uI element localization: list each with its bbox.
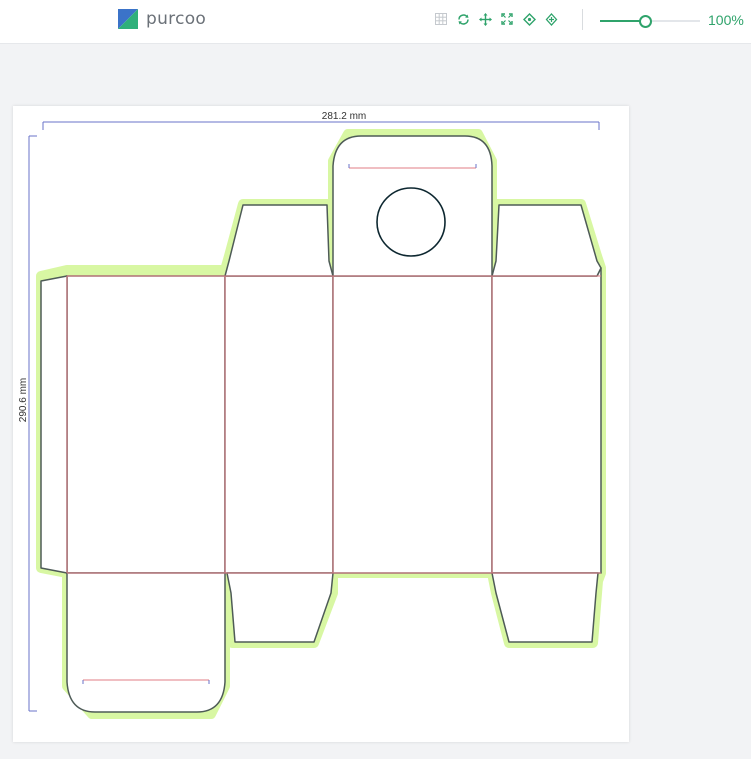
dust-flap-bottom-2 xyxy=(491,572,599,643)
zoom-level: 100% xyxy=(708,12,744,28)
crosshair-icon[interactable] xyxy=(544,11,558,27)
dust-flap-bottom-1 xyxy=(226,572,334,643)
toolbar-divider xyxy=(582,9,583,30)
height-dimension-label: 290.6 mm xyxy=(18,378,29,422)
dust-flap-top-2 xyxy=(491,204,602,277)
width-dimension-line xyxy=(42,121,600,130)
zoom-slider-handle[interactable] xyxy=(639,15,652,28)
move-icon[interactable] xyxy=(478,11,492,27)
tag-icon[interactable] xyxy=(522,11,536,27)
panel-side-2 xyxy=(491,267,602,574)
top-bar: purcoo 100% xyxy=(0,0,751,44)
zoom-slider[interactable] xyxy=(600,12,700,30)
design-canvas[interactable]: 281.2 mm 290.6 mm xyxy=(13,106,629,742)
logo[interactable]: purcoo xyxy=(118,9,206,29)
toolbar xyxy=(434,11,566,27)
box-dieline[interactable]: 281.2 mm 290.6 mm xyxy=(13,106,629,742)
glue-flap xyxy=(40,275,68,574)
purcoo-logo-icon xyxy=(118,9,138,29)
height-dimension-line xyxy=(28,135,37,712)
fit-icon[interactable] xyxy=(500,11,514,27)
grid-icon[interactable] xyxy=(434,11,448,27)
width-dimension-label: 281.2 mm xyxy=(322,111,366,122)
hang-hole xyxy=(376,187,446,257)
rotate-icon[interactable] xyxy=(456,11,470,27)
panel-side-1 xyxy=(224,275,334,574)
panel-front xyxy=(332,275,493,574)
bottom-tuck-flap xyxy=(66,572,226,713)
dust-flap-top-1 xyxy=(224,204,334,277)
panel-back-left xyxy=(66,275,226,574)
logo-text: purcoo xyxy=(146,9,207,29)
